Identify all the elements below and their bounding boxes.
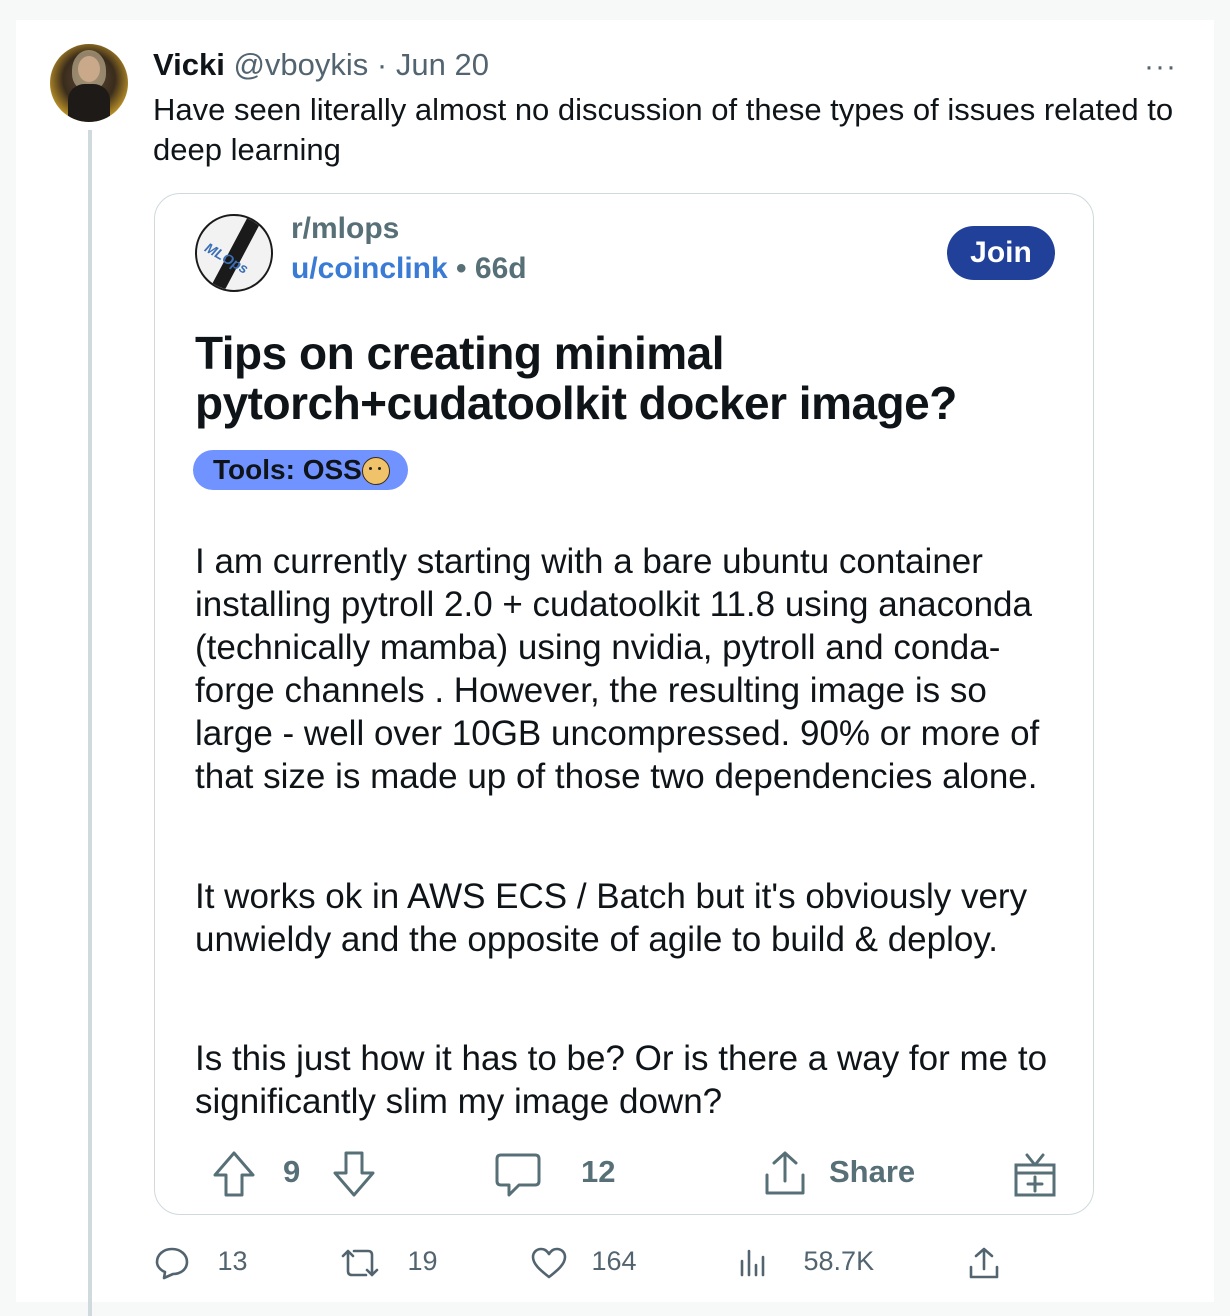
- tweet-text: Have seen literally almost no discussion…: [153, 92, 1174, 167]
- tweet-date[interactable]: Jun 20: [396, 47, 489, 82]
- join-button[interactable]: Join: [947, 226, 1055, 280]
- byline-dot: •: [456, 252, 467, 285]
- doge-icon: [361, 457, 390, 485]
- post-byline: u/coinclink • 66d: [291, 252, 527, 286]
- tweet-share-icon: [969, 1247, 999, 1279]
- reddit-post-card[interactable]: MLOps r/mlops u/coinclink • 66d Join Tip…: [154, 193, 1094, 1215]
- avatar-face: [78, 56, 100, 82]
- retweet-count: 19: [407, 1246, 438, 1276]
- upvote-icon: [213, 1151, 255, 1197]
- comment-icon: [495, 1153, 541, 1197]
- author-avatar[interactable]: [50, 44, 128, 122]
- post-body-paragraph: It works ok in AWS ECS / Batch but it's …: [195, 877, 1028, 959]
- reply-icon: [155, 1247, 189, 1280]
- tweet-header: Vicki @vboykis · Jun 20: [153, 46, 489, 84]
- thread-line: [88, 130, 92, 1316]
- like-count: 164: [591, 1246, 637, 1276]
- post-author-link[interactable]: u/coinclink: [291, 252, 448, 285]
- post-body-paragraph: Is this just how it has to be? Or is the…: [195, 1039, 1048, 1121]
- share-label[interactable]: Share: [829, 1144, 915, 1200]
- award-icon: [1014, 1153, 1056, 1197]
- comment-count: 12: [581, 1154, 616, 1189]
- heart-icon: [531, 1247, 567, 1279]
- reply-button[interactable]: 13: [154, 1236, 248, 1286]
- reply-count: 13: [217, 1246, 248, 1276]
- flair-label: Tools: OSS: [213, 454, 362, 485]
- subreddit-avatar[interactable]: MLOps: [195, 214, 273, 292]
- share-icon: [765, 1151, 805, 1195]
- views-button[interactable]: 58.7K: [738, 1236, 874, 1286]
- post-age: 66d: [474, 252, 527, 285]
- award-button[interactable]: [1011, 1144, 1059, 1200]
- upvote-button[interactable]: [211, 1144, 257, 1200]
- downvote-icon: [333, 1151, 375, 1197]
- author-name[interactable]: Vicki: [153, 47, 225, 82]
- post-action-bar: 9 12 Share: [155, 1144, 1093, 1204]
- downvote-button[interactable]: [331, 1144, 377, 1200]
- post-title[interactable]: Tips on creating minimal pytorch+cudatoo…: [195, 328, 1055, 428]
- vote-count: 9: [283, 1154, 301, 1189]
- subreddit-name[interactable]: r/mlops: [291, 212, 399, 246]
- more-options-icon[interactable]: ···: [1144, 50, 1177, 84]
- views-icon: [740, 1249, 765, 1277]
- author-handle[interactable]: @vboykis: [233, 47, 368, 82]
- share-button[interactable]: [761, 1144, 809, 1200]
- tweet-action-bar: 13 19 164 58.7K: [0, 1236, 1230, 1286]
- retweet-icon: [341, 1249, 379, 1277]
- post-flair: Tools: OSS: [193, 450, 408, 490]
- comments-button[interactable]: [493, 1144, 543, 1200]
- like-button[interactable]: 164: [530, 1236, 637, 1286]
- header-separator: ·: [376, 47, 388, 82]
- avatar-body: [68, 84, 110, 122]
- post-body-paragraph: I am currently starting with a bare ubun…: [195, 542, 1040, 796]
- view-count: 58.7K: [803, 1246, 875, 1276]
- retweet-button[interactable]: 19: [340, 1236, 438, 1286]
- tweet-share-button[interactable]: [966, 1236, 1002, 1286]
